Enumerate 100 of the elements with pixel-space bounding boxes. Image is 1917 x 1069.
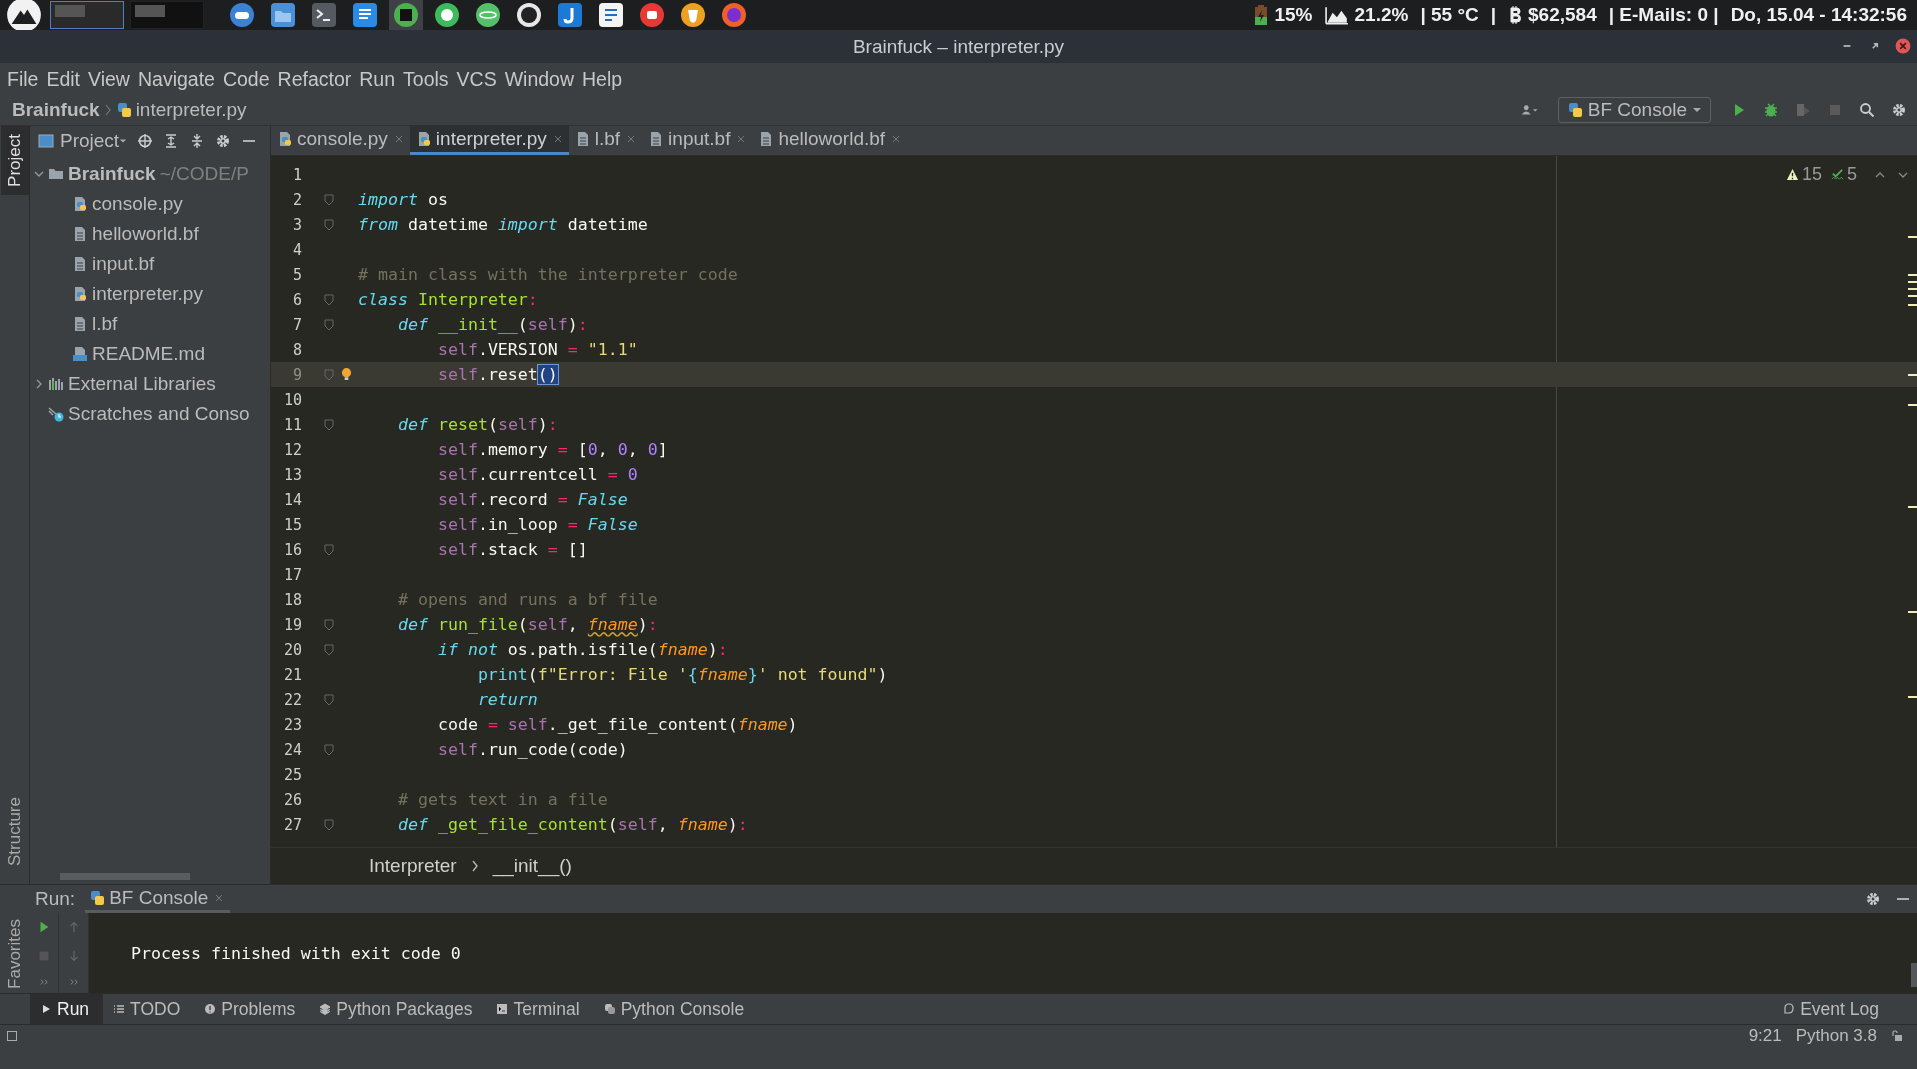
settings-icon[interactable] bbox=[1865, 891, 1881, 907]
workspace-thumbnail[interactable] bbox=[130, 1, 204, 29]
user-dropdown-icon[interactable] bbox=[1520, 102, 1539, 118]
tree-item[interactable]: helloworld.bf bbox=[92, 223, 199, 245]
close-icon[interactable] bbox=[393, 133, 404, 144]
panel-icon bbox=[38, 132, 54, 149]
menu-item[interactable]: Window bbox=[501, 67, 580, 91]
scrollbar-thumb[interactable] bbox=[60, 872, 190, 880]
tool-window-button[interactable]: Terminal bbox=[486, 994, 594, 1024]
close-icon[interactable] bbox=[736, 133, 747, 144]
tool-window-tab[interactable]: Structure bbox=[0, 789, 29, 874]
fold-marker-icon[interactable] bbox=[324, 618, 334, 631]
typo-count[interactable]: 5 bbox=[1847, 164, 1857, 185]
breadcrumb-item[interactable]: __init__() bbox=[492, 855, 572, 877]
scrollbar-thumb[interactable] bbox=[1911, 963, 1917, 987]
terminal-icon[interactable] bbox=[310, 1, 338, 29]
target-icon[interactable] bbox=[137, 132, 154, 149]
tree-item[interactable]: README.md bbox=[92, 343, 205, 365]
tree-item[interactable]: console.py bbox=[92, 193, 183, 215]
caret-position[interactable]: 9:21 bbox=[1748, 1026, 1782, 1046]
fold-marker-icon[interactable] bbox=[324, 318, 334, 331]
breadcrumb-item[interactable]: interpreter.py bbox=[135, 99, 247, 121]
fold-marker-icon[interactable] bbox=[324, 218, 334, 231]
ide-icon[interactable] bbox=[392, 1, 420, 29]
fold-marker-icon[interactable] bbox=[324, 693, 334, 706]
tool-window-button[interactable]: Problems bbox=[194, 994, 310, 1024]
close-icon[interactable] bbox=[552, 133, 563, 144]
video-icon[interactable] bbox=[638, 1, 666, 29]
editor-tab[interactable]: l.bf bbox=[568, 125, 643, 155]
editor-tab[interactable]: helloworld.bf bbox=[752, 125, 908, 155]
fold-marker-icon[interactable] bbox=[324, 643, 334, 656]
close-icon[interactable] bbox=[1895, 38, 1911, 54]
lightbulb-icon[interactable] bbox=[340, 367, 352, 382]
breadcrumb-item[interactable]: Brainfuck bbox=[12, 99, 100, 121]
typo-check-icon[interactable] bbox=[1831, 168, 1844, 181]
menu-item[interactable]: Refactor bbox=[274, 67, 357, 91]
fold-marker-icon[interactable] bbox=[324, 293, 334, 306]
menu-item[interactable]: VCS bbox=[453, 67, 502, 91]
tool-window-tab[interactable]: Favorites bbox=[0, 915, 29, 993]
tree-item[interactable]: l.bf bbox=[92, 313, 118, 335]
code-line: self.stack = [] bbox=[436, 540, 588, 559]
fold-marker-icon[interactable] bbox=[324, 818, 334, 831]
python-file-icon bbox=[115, 102, 132, 118]
tool-window-button[interactable]: Python Packages bbox=[309, 994, 487, 1024]
tree-item[interactable]: Scratches and Conso bbox=[68, 403, 250, 425]
bug-icon[interactable] bbox=[1762, 102, 1780, 118]
panel-title[interactable]: Project bbox=[60, 129, 120, 152]
python-file-icon bbox=[277, 130, 293, 147]
code-line: return bbox=[476, 690, 538, 709]
line-number: 17 bbox=[282, 565, 302, 584]
status-text: | 55 °C bbox=[1420, 4, 1479, 26]
workspace-thumbnail[interactable] bbox=[50, 1, 124, 29]
search-icon[interactable] bbox=[1858, 102, 1876, 118]
close-icon[interactable] bbox=[891, 133, 902, 144]
settings-icon[interactable] bbox=[1890, 102, 1908, 118]
letter-app-icon[interactable] bbox=[556, 1, 584, 29]
warning-icon[interactable] bbox=[1785, 168, 1799, 181]
menu-item[interactable]: Tools bbox=[400, 67, 454, 91]
tool-window-button[interactable]: Python Console bbox=[593, 994, 759, 1024]
line-number: 13 bbox=[282, 465, 302, 484]
tool-window-button[interactable]: TODO bbox=[103, 994, 195, 1024]
tool-window-tab[interactable]: Project bbox=[0, 126, 29, 195]
terminal-icon bbox=[496, 1003, 509, 1015]
run-configuration-dropdown[interactable]: BF Console bbox=[1557, 97, 1711, 123]
menu-item[interactable]: Code bbox=[219, 67, 275, 91]
board-icon[interactable] bbox=[597, 1, 625, 29]
menu-item[interactable]: File bbox=[4, 67, 44, 91]
document-icon[interactable] bbox=[351, 1, 379, 29]
fold-marker-icon[interactable] bbox=[324, 743, 334, 756]
menu-item[interactable]: View bbox=[85, 67, 135, 91]
mountain-logo-icon[interactable] bbox=[6, 0, 42, 33]
tool-window-button[interactable]: Run bbox=[30, 994, 104, 1024]
editor-tab[interactable]: input.bf bbox=[642, 125, 753, 155]
settings-icon[interactable] bbox=[215, 132, 232, 149]
tree-item[interactable]: input.bf bbox=[92, 253, 155, 275]
menu-item[interactable]: Help bbox=[579, 67, 628, 91]
close-icon[interactable] bbox=[214, 892, 225, 903]
fold-marker-icon[interactable] bbox=[324, 543, 334, 556]
warning-count[interactable]: 15 bbox=[1801, 164, 1822, 185]
toggle-icon[interactable] bbox=[228, 1, 256, 29]
event-log-button[interactable]: Event Log bbox=[1773, 994, 1893, 1024]
folder-icon[interactable] bbox=[269, 1, 297, 29]
menu-item[interactable]: Run bbox=[356, 67, 401, 91]
fold-marker-icon[interactable] bbox=[324, 193, 334, 206]
tree-item[interactable]: interpreter.py bbox=[92, 283, 203, 305]
interpreter-label[interactable]: Python 3.8 bbox=[1795, 1026, 1877, 1046]
fold-marker-icon[interactable] bbox=[324, 368, 334, 381]
panel-toggle-icon[interactable] bbox=[6, 1030, 18, 1042]
breadcrumb-item[interactable]: Interpreter bbox=[369, 855, 457, 877]
menu-item[interactable]: Edit bbox=[43, 67, 86, 91]
line-number: 26 bbox=[282, 790, 302, 809]
python-file-icon bbox=[72, 196, 88, 212]
fold-marker-icon[interactable] bbox=[324, 418, 334, 431]
tree-item[interactable]: Brainfuck bbox=[68, 163, 156, 185]
editor-tab[interactable]: interpreter.py bbox=[409, 125, 569, 155]
lock-icon[interactable] bbox=[1891, 1030, 1903, 1042]
close-icon[interactable] bbox=[626, 133, 637, 144]
tree-item[interactable]: External Libraries bbox=[68, 373, 216, 395]
menu-item[interactable]: Navigate bbox=[134, 67, 220, 91]
editor-tab[interactable]: console.py bbox=[271, 125, 410, 155]
